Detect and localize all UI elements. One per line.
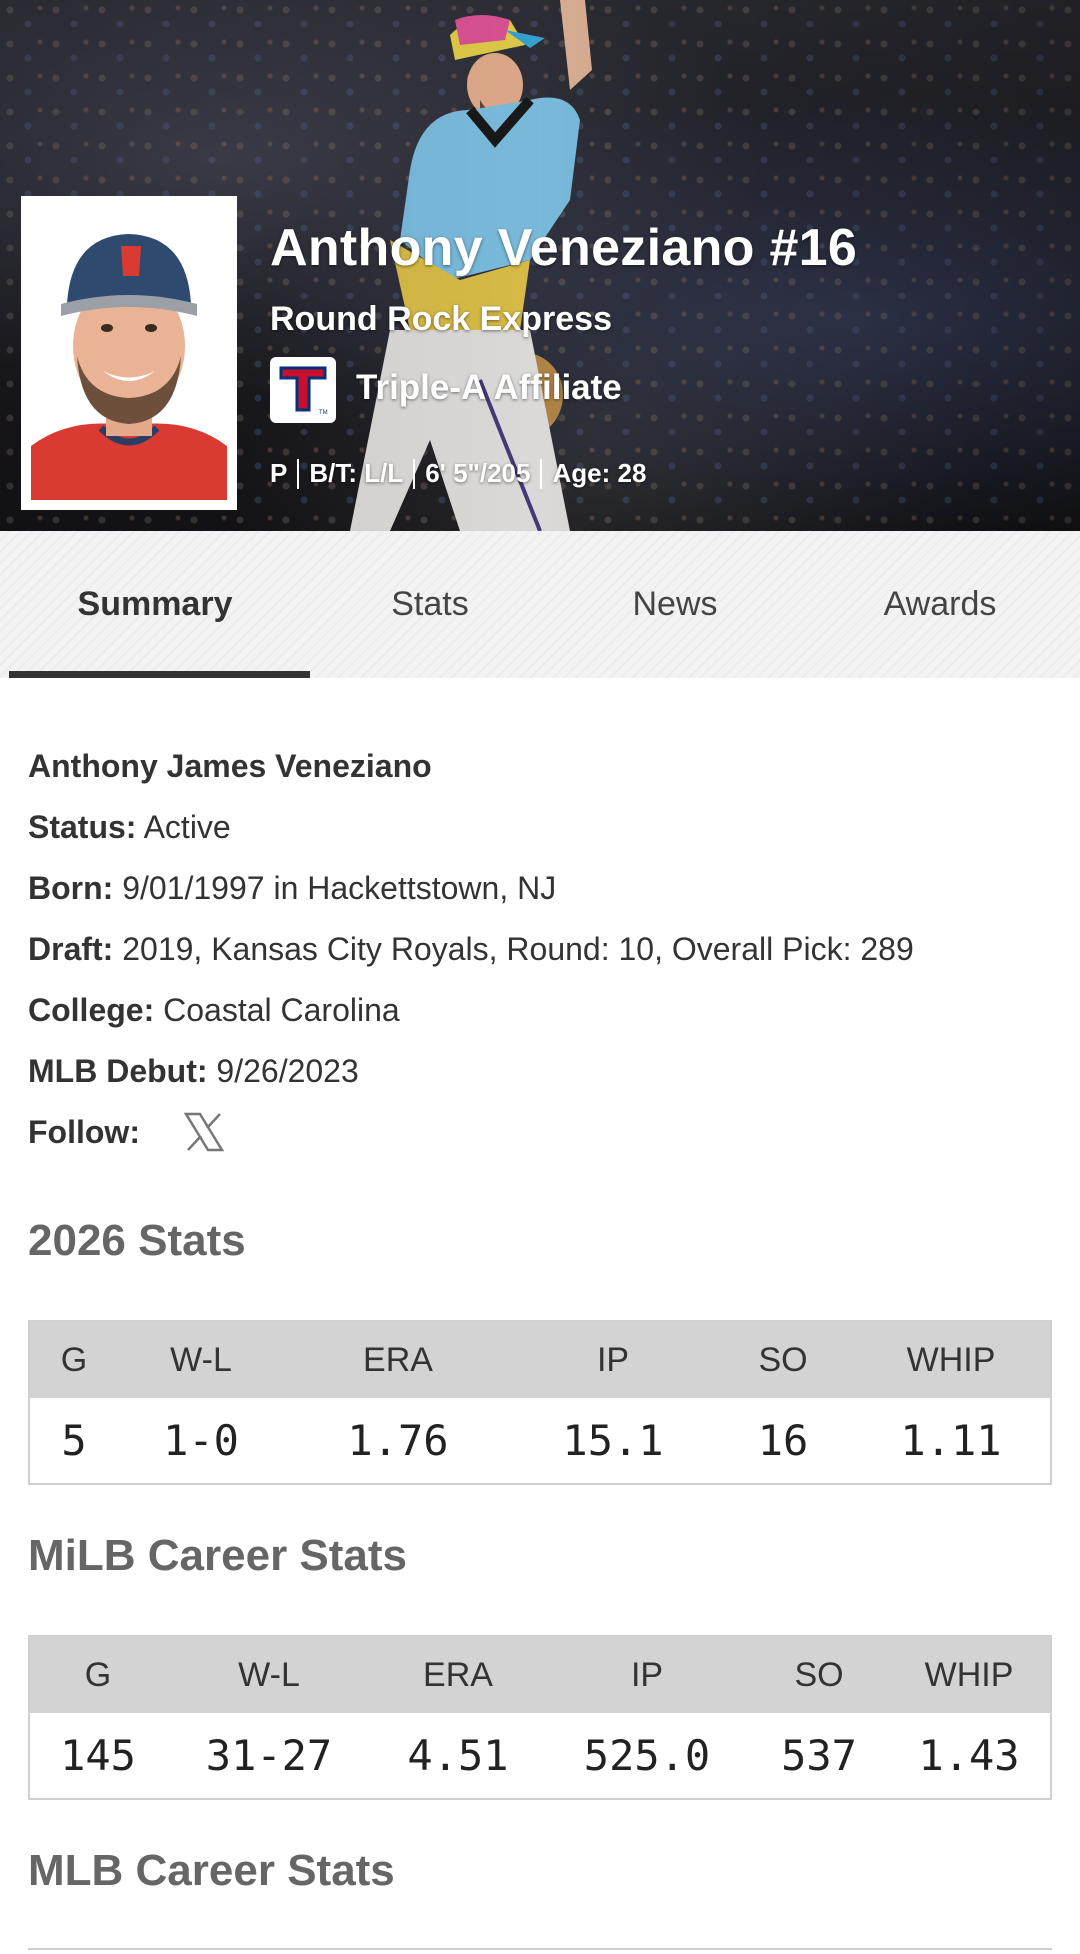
status-value: Active: [136, 809, 231, 845]
tab-summary[interactable]: Summary: [0, 531, 310, 678]
born-label: Born:: [28, 870, 114, 906]
header-g: G: [60, 1340, 88, 1379]
height-weight: 6' 5"/205: [425, 458, 531, 488]
header-wl: W-L: [170, 1340, 232, 1379]
milb-career-table: G W-L ERA IP SO WHIP 145 31-27 4.51 525.…: [28, 1635, 1052, 1800]
full-name: Anthony James Veneziano: [28, 748, 432, 784]
profile-tabs: Summary Stats News Awards: [0, 531, 1080, 678]
divider: [297, 458, 300, 489]
value-wl: 1-0: [163, 1416, 239, 1465]
header-g: G: [84, 1655, 112, 1694]
section-title-mlb-career: MLB Career Stats: [28, 1846, 395, 1895]
texas-rangers-logo-icon[interactable]: TM: [270, 357, 336, 423]
follow-label: Follow:: [28, 1114, 140, 1150]
debut-value: 9/26/2023: [207, 1053, 359, 1089]
value-g: 5: [61, 1416, 87, 1465]
bats-throws: B/T: L/L: [309, 458, 404, 488]
player-bio-line: P B/T: L/L 6' 5"/205 Age: 28: [270, 458, 646, 489]
status-label: Status:: [28, 809, 137, 845]
value-ip: 15.1: [562, 1416, 664, 1465]
header-so: SO: [758, 1340, 808, 1379]
x-icon[interactable]: [180, 1108, 228, 1156]
value-wl: 31-27: [205, 1731, 333, 1780]
header-wl: W-L: [238, 1655, 300, 1694]
table-header-row: G W-L ERA IP SO WHIP: [30, 1637, 1050, 1713]
header-so: SO: [794, 1655, 844, 1694]
stats-2026-table: G W-L ERA IP SO WHIP 5 1-0 1.76 15.1 16 …: [28, 1320, 1052, 1485]
divider: [413, 458, 416, 489]
tab-stats[interactable]: Stats: [310, 531, 550, 678]
draft-value: 2019, Kansas City Royals, Round: 10, Ove…: [113, 931, 914, 967]
table-row: 145 31-27 4.51 525.0 537 1.43: [30, 1713, 1050, 1798]
tab-news[interactable]: News: [550, 531, 800, 678]
value-g: 145: [60, 1731, 136, 1780]
header-era: ERA: [363, 1340, 433, 1379]
college-value: Coastal Carolina: [154, 992, 400, 1028]
divider: [540, 458, 543, 489]
affiliate-label: Triple-A Affiliate: [356, 368, 622, 407]
value-so: 537: [781, 1731, 857, 1780]
section-title-2026-stats: 2026 Stats: [28, 1216, 246, 1265]
value-era: 1.76: [347, 1416, 449, 1465]
player-hero: Anthony Veneziano #16 Round Rock Express…: [0, 0, 1080, 531]
section-title-milb-career: MiLB Career Stats: [28, 1531, 408, 1580]
table-header-row: G W-L ERA IP SO WHIP: [30, 1322, 1050, 1398]
debut-label: MLB Debut:: [28, 1053, 208, 1089]
position: P: [270, 458, 288, 488]
tab-awards[interactable]: Awards: [800, 531, 1080, 678]
value-ip: 525.0: [583, 1731, 711, 1780]
value-whip: 1.11: [900, 1416, 1002, 1465]
age: Age: 28: [552, 458, 647, 488]
mlb-career-table-edge: [28, 1948, 1052, 1954]
value-whip: 1.43: [918, 1731, 1020, 1780]
header-ip: IP: [596, 1340, 630, 1379]
draft-label: Draft:: [28, 931, 114, 967]
header-whip: WHIP: [924, 1655, 1014, 1694]
value-so: 16: [757, 1416, 809, 1465]
header-era: ERA: [423, 1655, 493, 1694]
college-label: College:: [28, 992, 155, 1028]
player-name: Anthony Veneziano #16: [270, 219, 858, 277]
table-row: 5 1-0 1.76 15.1 16 1.11: [30, 1398, 1050, 1483]
header-whip: WHIP: [906, 1340, 996, 1379]
born-value: 9/01/1997 in Hackettstown, NJ: [113, 870, 557, 906]
player-headshot: [21, 196, 237, 510]
team-name[interactable]: Round Rock Express: [270, 300, 612, 339]
svg-text:TM: TM: [319, 410, 328, 416]
header-ip: IP: [630, 1655, 664, 1694]
value-era: 4.51: [407, 1731, 509, 1780]
